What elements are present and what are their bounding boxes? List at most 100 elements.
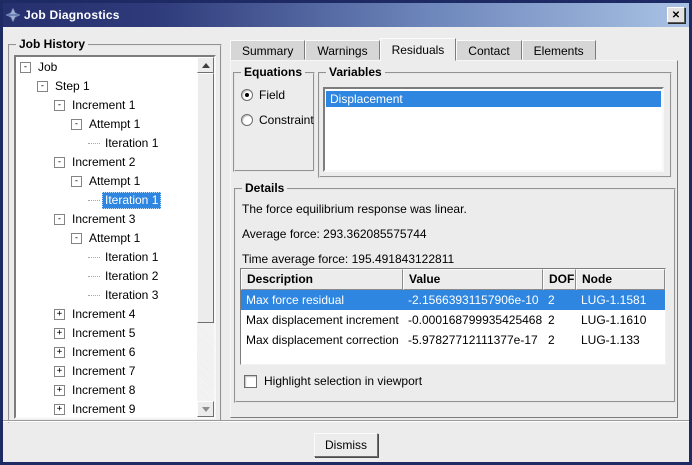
tree-item-label[interactable]: Increment 3 (69, 211, 138, 228)
table-cell: Max force residual (241, 290, 403, 310)
tree-item-label[interactable]: Increment 8 (69, 382, 138, 399)
tree-item-label[interactable]: Increment 5 (69, 325, 138, 342)
scroll-down-button[interactable] (197, 401, 214, 417)
equations-label: Equations (241, 65, 305, 79)
tree-item-label[interactable]: Attempt 1 (86, 116, 143, 133)
tree-scrollbar[interactable] (197, 57, 214, 417)
tree-item-iteration-1[interactable]: Iteration 1 (16, 134, 197, 153)
collapse-icon[interactable]: - (71, 176, 82, 187)
tree-item-iteration-3[interactable]: Iteration 3 (16, 286, 197, 305)
collapse-icon[interactable]: - (54, 214, 65, 225)
radio-field[interactable]: Field (241, 88, 313, 102)
tree-item-attempt-1[interactable]: -Attempt 1 (16, 172, 197, 191)
column-header-node[interactable]: Node (576, 269, 665, 290)
job-diagnostics-dialog: Job Diagnostics ✕ Job History -Job-Step … (0, 0, 692, 465)
table-row[interactable]: Max displacement correction-5.9782771211… (241, 330, 665, 350)
scroll-up-button[interactable] (197, 57, 214, 73)
expand-icon[interactable]: + (54, 366, 65, 377)
arrow-up-icon (202, 63, 210, 68)
tree-item-label[interactable]: Increment 1 (69, 97, 138, 114)
tree-item-job[interactable]: -Job (16, 58, 197, 77)
tree-item-increment-6[interactable]: + Increment 6 (16, 343, 197, 362)
highlight-checkbox-row[interactable]: Highlight selection in viewport (244, 374, 422, 388)
tree-item-label[interactable]: Step 1 (52, 78, 93, 95)
tree-item-increment-2[interactable]: -Increment 2 (16, 153, 197, 172)
tab-contact[interactable]: Contact (456, 40, 521, 60)
equations-options: Field Constraint (235, 74, 313, 127)
variables-listbox[interactable]: Displacement (323, 87, 664, 172)
tree-item-label[interactable]: Iteration 1 (102, 135, 161, 152)
tab-warnings[interactable]: Warnings (305, 40, 379, 60)
collapse-icon[interactable]: - (54, 157, 65, 168)
highlight-checkbox[interactable] (244, 375, 257, 388)
radio-constraint[interactable]: Constraint (241, 113, 313, 127)
expand-icon[interactable]: + (54, 328, 65, 339)
expand-icon[interactable]: + (54, 309, 65, 320)
expand-icon[interactable]: + (54, 385, 65, 396)
collapse-icon[interactable]: - (71, 119, 82, 130)
tree-item-increment-1[interactable]: -Increment 1 (16, 96, 197, 115)
tree-item-label[interactable]: Increment 9 (69, 401, 138, 417)
details-groupbox: Details The force equilibrium response w… (234, 188, 676, 403)
tree-item-increment-9[interactable]: + Increment 9 (16, 400, 197, 417)
expand-icon[interactable]: + (54, 347, 65, 358)
close-button[interactable]: ✕ (667, 7, 685, 23)
collapse-icon[interactable]: - (54, 100, 65, 111)
tree-item-increment-3[interactable]: -Increment 3 (16, 210, 197, 229)
close-icon: ✕ (672, 10, 680, 21)
tree-item-label[interactable]: Iteration 1 (102, 192, 161, 209)
tree-item-increment-7[interactable]: + Increment 7 (16, 362, 197, 381)
table-row[interactable]: Max force residual-2.15663931157906e-102… (241, 290, 665, 310)
tree-item-label[interactable]: Increment 2 (69, 154, 138, 171)
tree-item-increment-4[interactable]: + Increment 4 (16, 305, 197, 324)
table-cell: Max displacement increment (241, 310, 403, 330)
details-label: Details (242, 181, 287, 195)
table-row[interactable]: Max displacement increment-0.00016879993… (241, 310, 665, 330)
tree-item-attempt-1[interactable]: -Attempt 1 (16, 229, 197, 248)
window-title: Job Diagnostics (24, 8, 120, 22)
titlebar[interactable]: Job Diagnostics ✕ (3, 3, 689, 27)
column-header-description[interactable]: Description (241, 269, 403, 290)
tree-item-increment-8[interactable]: + Increment 8 (16, 381, 197, 400)
tab-residuals[interactable]: Residuals (380, 38, 457, 61)
scrollbar-thumb[interactable] (197, 73, 214, 323)
tree-item-label[interactable]: Iteration 1 (102, 249, 161, 266)
collapse-icon[interactable]: - (71, 233, 82, 244)
tree-item-iteration-1[interactable]: Iteration 1 (16, 248, 197, 267)
tree-item-label[interactable]: Iteration 2 (102, 268, 161, 285)
tab-bar: SummaryWarningsResidualsContactElements (230, 38, 596, 60)
tree-connector (88, 287, 100, 296)
abaqus-icon (6, 8, 20, 22)
time-average-force: Time average force: 195.491843122811 (242, 252, 668, 267)
tab-elements[interactable]: Elements (522, 40, 596, 60)
column-header-dof[interactable]: DOF (543, 269, 576, 290)
tree-item-iteration-2[interactable]: Iteration 2 (16, 267, 197, 286)
tree-item-label[interactable]: Attempt 1 (86, 230, 143, 247)
tree-item-label[interactable]: Attempt 1 (86, 173, 143, 190)
radio-icon[interactable] (241, 114, 253, 126)
residuals-table[interactable]: DescriptionValueDOFNodeMax force residua… (240, 268, 666, 365)
footer-separator (3, 420, 689, 422)
tree-item-label[interactable]: Increment 4 (69, 306, 138, 323)
tree-content: -Job-Step 1-Increment 1-Attempt 1Iterati… (16, 58, 197, 417)
column-header-value[interactable]: Value (403, 269, 543, 290)
tree-item-label[interactable]: Job (35, 59, 60, 76)
job-history-tree[interactable]: -Job-Step 1-Increment 1-Attempt 1Iterati… (14, 55, 216, 419)
dismiss-button[interactable]: Dismiss (314, 433, 378, 457)
tree-item-step-1[interactable]: -Step 1 (16, 77, 197, 96)
tree-item-label[interactable]: Increment 6 (69, 344, 138, 361)
tree-item-attempt-1[interactable]: -Attempt 1 (16, 115, 197, 134)
collapse-icon[interactable]: - (20, 62, 31, 73)
tree-item-label[interactable]: Iteration 3 (102, 287, 161, 304)
tree-item-increment-5[interactable]: + Increment 5 (16, 324, 197, 343)
variable-item-displacement[interactable]: Displacement (326, 91, 661, 107)
residuals-tab-page: Equations FieldConstraint Variables Disp… (230, 60, 678, 418)
collapse-icon[interactable]: - (37, 81, 48, 92)
radio-icon[interactable] (241, 89, 253, 101)
average-force: Average force: 293.362085575744 (242, 227, 668, 242)
tree-item-label[interactable]: Increment 7 (69, 363, 138, 380)
table-cell: LUG-1.1581 (576, 290, 665, 310)
expand-icon[interactable]: + (54, 404, 65, 415)
tab-summary[interactable]: Summary (230, 40, 305, 60)
tree-item-iteration-1[interactable]: Iteration 1 (16, 191, 197, 210)
